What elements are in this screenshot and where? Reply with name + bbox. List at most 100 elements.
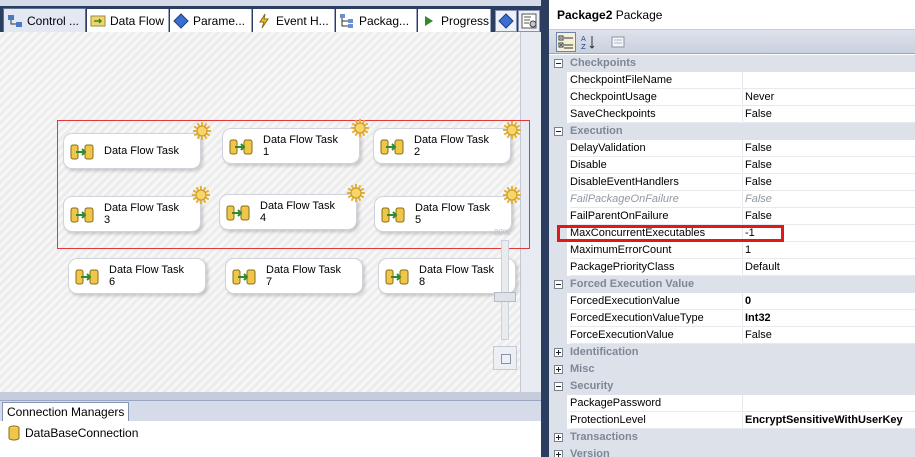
window-splitter[interactable] [541,0,549,457]
task-label-line1: Data Flow Task [419,264,494,276]
property-value[interactable]: Default [742,259,915,276]
data-flow-task-box[interactable]: Data Flow Task 2 [373,128,511,164]
zoom-to-fit-button[interactable] [493,346,517,370]
tab-control-flow[interactable]: Control ... [3,8,86,33]
tab-parameters[interactable]: Parame... [170,9,252,32]
property-category[interactable]: Checkpoints [549,55,915,72]
properties-object-selector[interactable]: Package2 Package [549,0,915,30]
property-value[interactable] [742,72,915,89]
data-flow-task-box[interactable]: Data Flow Task [63,133,201,169]
tab-package-explorer[interactable]: Packag... [336,9,417,32]
property-row[interactable]: PackagePassword [549,395,915,412]
expand-icon[interactable] [554,348,563,357]
alphabetical-button[interactable]: A Z [578,32,598,52]
variables-window-button[interactable] [518,10,540,32]
property-row[interactable]: Disable False [549,157,915,174]
property-row[interactable]: DelayValidation False [549,140,915,157]
data-flow-task-box[interactable]: Data Flow Task 1 [222,128,360,164]
property-value[interactable]: 1 [742,242,915,259]
property-value[interactable]: False [742,140,915,157]
property-row[interactable]: PackagePriorityClass Default [549,259,915,276]
property-row[interactable]: ForcedExecutionValue 0 [549,293,915,310]
data-flow-task-icon [232,269,256,285]
property-row[interactable]: ForcedExecutionValueType Int32 [549,310,915,327]
tab-data-flow[interactable]: Data Flow [87,9,169,32]
zoom-slider-thumb[interactable] [494,292,516,302]
tab-label: Parame... [193,13,246,28]
collapse-icon[interactable] [554,280,563,289]
property-name: PackagePassword [570,395,741,412]
property-category[interactable]: Version [549,446,915,457]
property-value[interactable]: Int32 [742,310,915,327]
expression-task-icon [503,121,521,139]
package-designer: Control ... Data Flow Parame... Event H.… [0,0,541,457]
row-gutter [549,140,567,157]
task-label-line1: Data Flow Task [260,200,335,212]
data-flow-task-box[interactable]: Data Flow Task 5 [374,196,512,232]
property-row[interactable]: ForceExecutionValue False [549,327,915,344]
data-flow-task-icon [385,269,409,285]
tab-progress[interactable]: Progress [418,9,491,32]
property-row[interactable]: ProtectionLevel EncryptSensitiveWithUserK… [549,412,915,429]
property-name: DisableEventHandlers [570,174,741,191]
categorized-button[interactable] [556,32,576,52]
property-name: FailPackageOnFailure [570,191,741,208]
property-row[interactable]: MaximumErrorCount 1 [549,242,915,259]
tab-connection-managers[interactable]: Connection Managers [2,402,130,421]
pane-splitter[interactable] [0,392,541,400]
property-value[interactable]: False [742,157,915,174]
tab-label: Event H... [276,13,329,28]
row-gutter [549,259,567,276]
property-category[interactable]: Transactions [549,429,915,446]
property-value[interactable]: False [742,191,915,208]
property-value[interactable]: False [742,327,915,344]
property-row[interactable]: FailPackageOnFailure False [549,191,915,208]
row-gutter [549,72,567,89]
task-label-line2: 6 [109,276,116,288]
property-category[interactable]: Security [549,378,915,395]
property-value[interactable]: EncryptSensitiveWithUserKey [742,412,915,429]
property-value[interactable]: False [742,106,915,123]
property-pages-icon [611,36,625,48]
tab-label: Progress [441,13,490,28]
property-value[interactable] [742,395,915,412]
expand-icon[interactable] [554,450,563,457]
property-row[interactable]: SaveCheckpoints False [549,106,915,123]
property-category[interactable]: Forced Execution Value [549,276,915,293]
property-value[interactable]: 0 [742,293,915,310]
collapse-icon[interactable] [554,127,563,136]
parameters-icon [173,12,189,29]
expand-icon[interactable] [554,365,563,374]
property-category[interactable]: Identification [549,344,915,361]
task-label-line2: 8 [419,276,426,288]
property-value[interactable]: Never [742,89,915,106]
collapse-icon[interactable] [554,382,563,391]
connection-item[interactable]: DataBaseConnection [8,425,138,441]
category-gutter [549,123,567,140]
data-flow-task-box[interactable]: Data Flow Task 3 [63,196,201,232]
property-pages-button[interactable] [608,32,628,52]
property-value[interactable]: False [742,174,915,191]
highlight-box [557,225,784,242]
expand-icon[interactable] [554,433,563,442]
property-row[interactable]: FailParentOnFailure False [549,208,915,225]
categorized-icon [558,35,573,49]
property-row[interactable]: CheckpointUsage Never [549,89,915,106]
row-gutter [549,310,567,327]
property-category[interactable]: Execution [549,123,915,140]
data-flow-task-icon [380,139,404,155]
data-flow-task-box[interactable]: Data Flow Task 7 [225,258,363,294]
property-category[interactable]: Misc [549,361,915,378]
property-value[interactable]: False [742,208,915,225]
property-row[interactable]: DisableEventHandlers False [549,174,915,191]
property-row[interactable]: CheckpointFileName [549,72,915,89]
category-name: Identification [570,346,639,358]
tab-parameters-button[interactable] [495,10,517,32]
data-flow-task-box[interactable]: Data Flow Task 4 [219,194,357,230]
data-flow-task-box[interactable]: Data Flow Task 6 [68,258,206,294]
tab-event-handlers[interactable]: Event H... [253,9,335,32]
svg-text:Z: Z [581,43,586,50]
collapse-icon[interactable] [554,59,563,68]
task-label: Data Flow Task 8 [419,264,494,288]
zoom-slider-track[interactable] [501,240,509,340]
